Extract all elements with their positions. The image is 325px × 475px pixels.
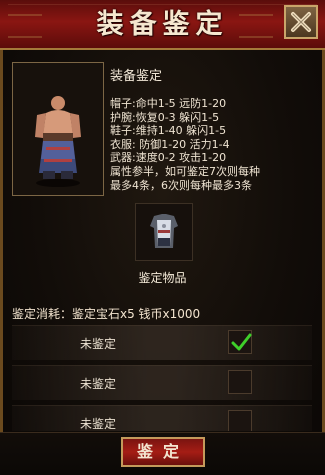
attribute-list[interactable]: 未鉴定 未鉴定 未鉴定 [4,323,321,431]
dialog-title: 装备鉴定 [96,9,229,40]
attribute-status: 未鉴定 [80,337,117,351]
attribute-status: 未鉴定 [80,417,117,431]
attribute-row[interactable]: 未鉴定 [12,365,312,400]
attribute-status: 未鉴定 [80,377,117,391]
identify-button[interactable]: 鉴定 [121,437,205,467]
item-slot[interactable] [135,203,193,261]
equipment-stats-list: 帽子:命中1-5 远防1-20 护腕:恢复0-3 躲闪1-5 鞋子:维持1-40… [110,97,322,192]
identify-cost: 鉴定消耗：鉴定宝石x5 钱币x1000 [12,307,201,321]
stat-line: 帽子:命中1-5 远防1-20 [110,97,227,110]
stat-line: 护腕:恢复0-3 躲闪1-5 [110,110,220,124]
attribute-checkbox[interactable] [228,330,252,354]
title-bar: 装备鉴定 [0,0,325,50]
equipment-name: 装备鉴定 [110,69,163,84]
close-icon [291,12,311,32]
stat-line: 武器:速度0-2 攻击1-20 [110,151,227,165]
stat-line: 属性参半，如可鉴定7次则每种 [110,164,260,178]
attribute-checkbox[interactable] [228,410,252,431]
armor-item-icon [150,214,178,248]
item-slot-label: 鉴定物品 [138,271,187,285]
stat-line: 鞋子:维持1-40 躲闪1-5 [110,124,227,138]
attribute-row[interactable]: 未鉴定 [12,405,312,431]
attribute-checkbox[interactable] [228,370,252,394]
character-portrait [12,62,104,196]
attribute-row[interactable]: 未鉴定 [12,325,312,360]
close-button[interactable] [284,5,318,39]
stat-line: 最多4条，6次则每种最多3条 [110,178,252,192]
stat-line: 衣服: 防御1-20 活力1-4 [110,137,230,151]
character-figure-icon [35,96,81,187]
checkmark-icon [231,333,252,351]
